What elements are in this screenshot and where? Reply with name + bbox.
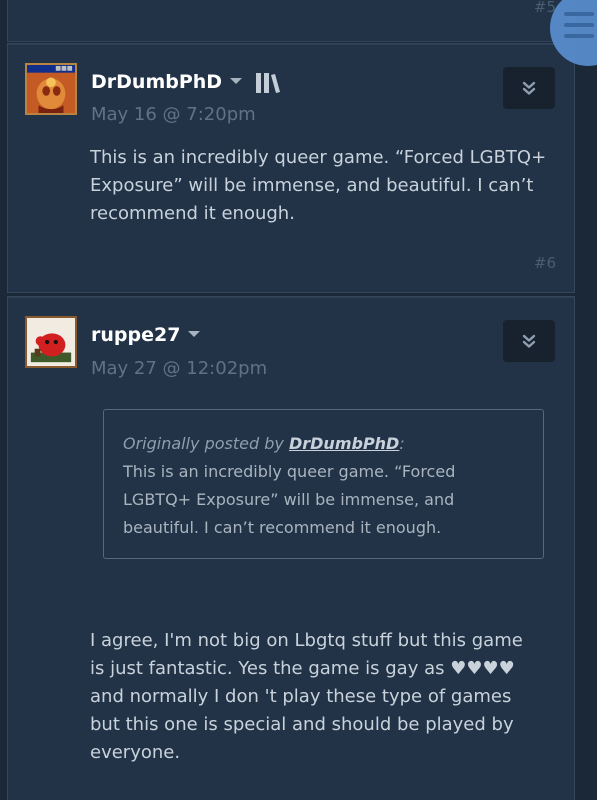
post-menu-button[interactable] — [503, 67, 555, 109]
chevron-down-icon[interactable] — [188, 330, 201, 337]
menu-bar — [564, 23, 594, 27]
window-avatar-icon[interactable] — [25, 63, 77, 115]
quote-author-link[interactable]: DrDumbPhD — [289, 434, 399, 453]
post-card: DrDumbPhD May 16 @ 7:20pm This is an inc… — [7, 43, 575, 293]
username[interactable]: ruppe27 — [91, 324, 201, 346]
chevron-down-icon[interactable] — [230, 77, 243, 84]
quote-block: Originally posted by DrDumbPhD: This is … — [103, 409, 544, 559]
red-creature-avatar-icon[interactable] — [25, 316, 77, 368]
menu-bar — [564, 12, 594, 16]
previous-post-card: #5 — [7, 0, 575, 42]
post-card: ruppe27 May 27 @ 12:02pm Originally post… — [7, 296, 575, 800]
post-body: This is an incredibly queer game. “Force… — [90, 147, 547, 224]
library-icon — [256, 73, 280, 93]
post-body: I agree, I'm not big on Lbgtq stuff but … — [90, 630, 523, 763]
post-menu-button[interactable] — [503, 320, 555, 362]
quote-header: Originally posted by DrDumbPhD: — [123, 434, 405, 453]
double-chevron-down-icon — [522, 81, 536, 95]
menu-bar — [564, 34, 594, 38]
username[interactable]: DrDumbPhD — [91, 71, 243, 93]
double-chevron-down-icon — [522, 334, 536, 348]
discussion-page: #5 DrDumbPhD May 16 @ 7:20pm This is an … — [0, 0, 597, 800]
quote-text: This is an incredibly queer game. “Force… — [123, 462, 456, 537]
post-timestamp: May 16 @ 7:20pm — [91, 104, 256, 125]
post-timestamp: May 27 @ 12:02pm — [91, 358, 268, 379]
post-number[interactable]: #6 — [534, 254, 556, 272]
